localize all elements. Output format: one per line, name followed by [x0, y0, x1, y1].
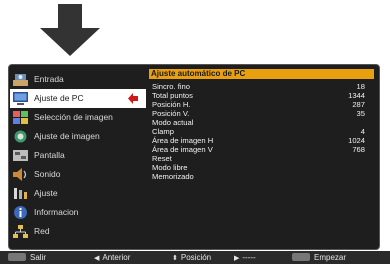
row-sincro-fino[interactable]: Sincro. fino 18	[149, 82, 374, 91]
row-posicion-h[interactable]: Posición H. 287	[149, 100, 374, 109]
sidebar-item-sonido[interactable]: Sonido	[10, 165, 146, 184]
previous-hint: ◀ Anterior	[94, 251, 130, 265]
pc-adjust-icon	[12, 91, 29, 106]
row-area-imagen-v[interactable]: Área de imagen V 768	[149, 145, 374, 154]
row-posicion-v[interactable]: Posición V. 35	[149, 109, 374, 118]
sidebar-item-ajuste-imagen[interactable]: Ajuste de imagen	[10, 127, 146, 146]
row-total-puntos[interactable]: Total puntos 1344	[149, 91, 374, 100]
row-area-imagen-h[interactable]: Área de imagen H 1024	[149, 136, 374, 145]
up-down-arrow-icon: ⬍	[172, 255, 178, 262]
pointer-icon	[128, 93, 138, 104]
left-arrow-icon: ◀	[94, 255, 100, 262]
row-modo-actual[interactable]: Modo actual	[149, 118, 374, 127]
pc-adjust-panel: Ajuste automático de PC Sincro. fino 18 …	[149, 69, 374, 245]
exit-hint: Salir	[8, 251, 46, 264]
panel-item-auto-adjust[interactable]: Ajuste automático de PC	[149, 69, 374, 79]
image-adjust-icon	[12, 129, 29, 144]
network-icon	[12, 224, 29, 239]
settings-icon	[12, 186, 29, 201]
sidebar-item-informacion[interactable]: Informacion	[10, 203, 146, 222]
status-bar: Salir ◀ Anterior ⬍ Posición ▶ ----- Empezar	[0, 251, 390, 264]
sidebar-item-red[interactable]: Red	[10, 222, 146, 241]
menu-button-icon	[8, 252, 26, 261]
screen-icon	[12, 148, 29, 163]
row-clamp[interactable]: Clamp 4	[149, 127, 374, 136]
start-hint: Empezar	[292, 251, 346, 264]
sidebar-item-pantalla[interactable]: Pantalla	[10, 146, 146, 165]
info-icon	[12, 205, 29, 220]
row-memorizado[interactable]: Memorizado	[149, 172, 374, 181]
input-icon	[12, 72, 29, 87]
position-hint: ⬍ Posición	[172, 251, 211, 265]
sidebar-item-ajuste[interactable]: Ajuste	[10, 184, 146, 203]
down-arrow-icon	[40, 4, 100, 56]
row-reset[interactable]: Reset	[149, 154, 374, 163]
select-button-icon	[292, 252, 310, 261]
sound-icon	[12, 167, 29, 182]
right-arrow-icon: ▶	[234, 255, 240, 262]
row-modo-libre[interactable]: Modo libre	[149, 163, 374, 172]
next-hint: ▶ -----	[234, 251, 256, 265]
sidebar-item-entrada[interactable]: Entrada	[10, 70, 146, 89]
sidebar-item-ajuste-pc[interactable]: Ajuste de PC	[10, 89, 146, 108]
image-select-icon	[12, 110, 29, 125]
sidebar: Entrada Ajuste de PC Selección de imagen…	[10, 70, 146, 242]
sidebar-item-seleccion-imagen[interactable]: Selección de imagen	[10, 108, 146, 127]
